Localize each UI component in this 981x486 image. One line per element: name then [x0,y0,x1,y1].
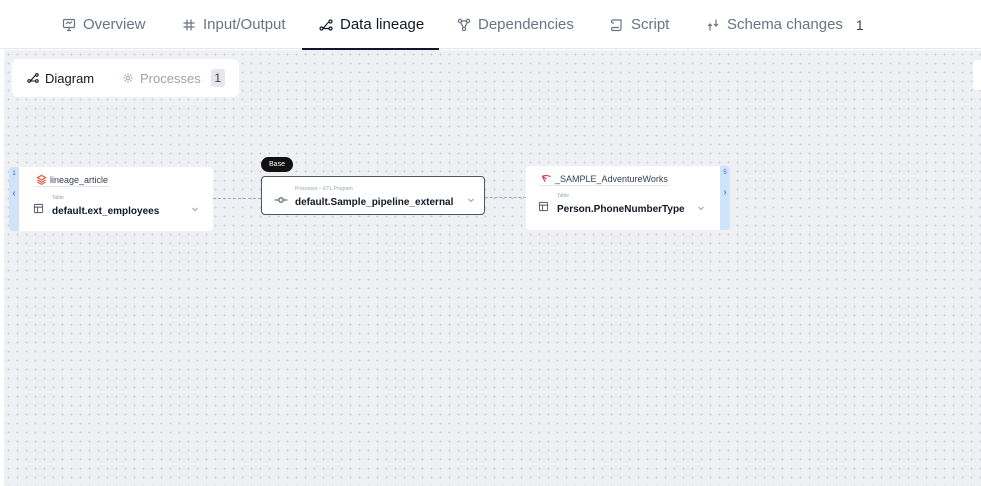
node-type: Processor – ETL Program [295,186,353,192]
source-name: lineage_article [50,174,109,185]
node-name: Person.PhoneNumberType [557,204,685,215]
subtab-processes-label: Processes [140,70,201,86]
database-stack-icon [36,174,47,185]
base-badge: Base [261,157,293,172]
table-icon [538,199,549,212]
subtab-diagram[interactable]: Diagram [27,59,94,97]
expand-downstream-rail[interactable]: 5 › [720,166,730,230]
node-type: Table [557,193,569,199]
source-chip: _SAMPLE_AdventureWorks [538,172,671,186]
downstream-count: 5 [723,170,727,176]
monitor-icon [62,18,76,32]
top-tab-bar: Overview Input/Output Data lineage Depen… [0,0,981,50]
source-chip: lineage_article [33,173,112,187]
view-switcher: Diagram Processes 1 [12,59,239,97]
tab-data-lineage-label: Data lineage [340,16,425,33]
tab-schema-changes[interactable]: Schema changes 1 [706,0,864,49]
lineage-node-processor[interactable]: Processor – ETL Program default.Sample_p… [261,176,485,215]
chevron-down-icon[interactable] [696,200,706,211]
tab-input-output-label: Input/Output [203,16,286,33]
tab-data-lineage[interactable]: Data lineage [301,0,440,50]
tab-schema-changes-label: Schema changes [727,16,843,33]
processor-icon [274,192,288,203]
node-name: default.ext_employees [52,206,160,217]
chevron-left-icon: ‹ [12,188,16,199]
lineage-node-upstream[interactable]: 1 ‹ lineage_article Table default.ext_em… [9,167,213,231]
subtab-diagram-label: Diagram [45,70,95,86]
tab-overview[interactable]: Overview [62,0,146,49]
edge-left-to-processor [213,198,261,199]
lineage-icon [27,72,39,84]
dependencies-icon [457,18,471,32]
tab-dependencies[interactable]: Dependencies [457,0,574,49]
lineage-node-downstream[interactable]: _SAMPLE_AdventureWorks Table Person.Phon… [526,166,730,230]
tab-script-label: Script [631,16,670,33]
expand-upstream-rail[interactable]: 1 ‹ [9,167,19,231]
tab-script[interactable]: Script [610,0,669,49]
node-name: default.Sample_pipeline_external [295,197,454,208]
lineage-canvas[interactable] [4,50,981,486]
node-type: Table [52,195,64,201]
tab-dependencies-label: Dependencies [478,16,574,33]
lineage-icon [319,18,333,32]
tab-input-output[interactable]: Input/Output [182,0,286,49]
table-icon [33,201,44,214]
processes-count-badge: 1 [210,69,225,87]
subtab-processes[interactable]: Processes 1 [122,59,225,97]
script-icon [610,18,624,32]
source-name: _SAMPLE_AdventureWorks [555,173,668,184]
chevron-down-icon[interactable] [190,201,200,212]
gear-icon [122,72,134,84]
upstream-count: 1 [12,171,16,177]
schema-changes-icon [706,18,720,32]
chevron-down-icon[interactable] [466,192,476,203]
hash-icon [182,18,196,32]
schema-changes-count: 1 [855,16,864,33]
right-panel-handle[interactable] [973,60,981,90]
chevron-right-icon: › [723,187,727,198]
edge-processor-to-right [485,197,526,198]
tab-overview-label: Overview [83,16,146,33]
sql-server-icon [541,173,552,184]
